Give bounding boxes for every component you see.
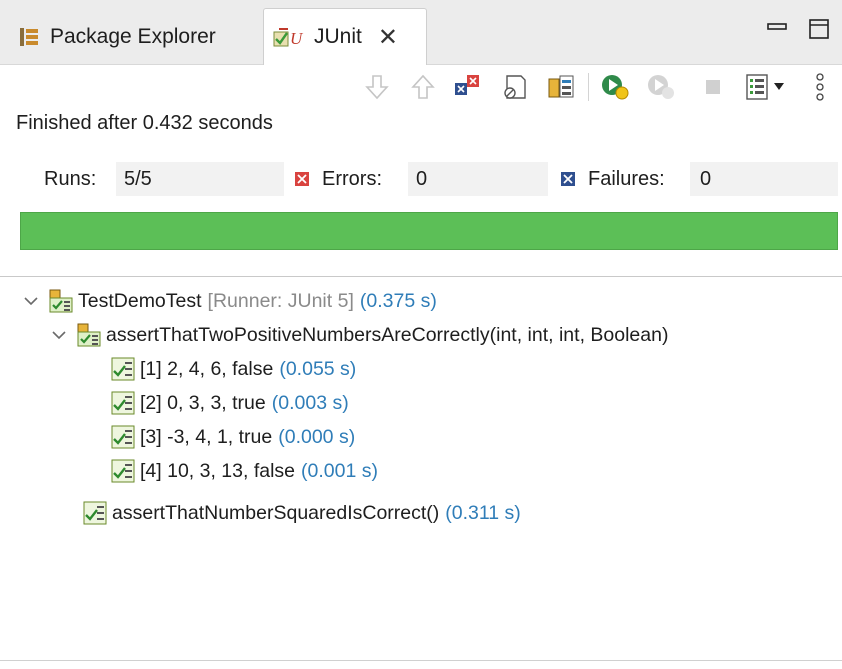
duration-label: (0.001 s) xyxy=(301,459,378,482)
junit-toolbar xyxy=(0,65,842,109)
package-explorer-icon xyxy=(20,28,38,46)
stop-icon[interactable] xyxy=(698,72,728,102)
test-counters: Runs: 5/5 Errors: 0 Failures: 0 xyxy=(0,160,842,198)
tree-item-case-1[interactable]: [1] 2, 4, 6, false (0.055 s) xyxy=(110,352,356,386)
rerun-failed-first-icon[interactable] xyxy=(646,72,676,102)
svg-text:U: U xyxy=(290,29,304,48)
minimize-icon[interactable] xyxy=(766,18,788,40)
junit-icon: U xyxy=(273,28,304,48)
rerun-icon[interactable] xyxy=(600,72,630,102)
test-suite-ok-icon xyxy=(49,289,73,313)
tree-item-case-3[interactable]: [3] -3, 4, 1, true (0.000 s) xyxy=(110,420,355,454)
runs-label: Runs: xyxy=(44,168,97,190)
tree-item-label: assertThatTwoPositiveNumbersAreCorrectly… xyxy=(106,323,669,346)
errors-field xyxy=(408,162,548,196)
scroll-lock-icon[interactable] xyxy=(500,72,530,102)
errors-label: Errors: xyxy=(322,168,382,190)
failures-label: Failures: xyxy=(588,168,665,190)
tree-item-label: [2] 0, 3, 3, true xyxy=(140,391,266,414)
error-icon xyxy=(295,172,309,186)
test-ok-icon xyxy=(111,425,135,449)
test-ok-icon xyxy=(111,459,135,483)
tab-junit[interactable]: U JUnit ✕ xyxy=(263,8,427,65)
tree-item-label: assertThatNumberSquaredIsCorrect() xyxy=(112,501,440,524)
tab-package-explorer[interactable]: Package Explorer xyxy=(18,10,216,64)
tab-label: JUnit xyxy=(314,25,362,48)
tree-item-positive-numbers[interactable]: assertThatTwoPositiveNumbersAreCorrectly… xyxy=(48,318,668,352)
divider xyxy=(0,276,842,277)
chevron-down-icon[interactable] xyxy=(20,296,42,306)
toolbar-separator xyxy=(588,73,589,101)
runs-value: 5/5 xyxy=(124,168,152,190)
test-progress-bar xyxy=(20,212,838,250)
tree-item-number-squared[interactable]: assertThatNumberSquaredIsCorrect() (0.31… xyxy=(82,496,521,530)
chevron-down-icon[interactable] xyxy=(48,330,70,340)
tree-item-case-4[interactable]: [4] 10, 3, 13, false (0.001 s) xyxy=(110,454,378,488)
run-status-text: Finished after 0.432 seconds xyxy=(16,112,273,134)
show-skipped-icon[interactable] xyxy=(546,72,576,102)
tree-item-label: [3] -3, 4, 1, true xyxy=(140,425,273,448)
duration-label: (0.003 s) xyxy=(271,391,349,414)
duration-label: (0.375 s) xyxy=(359,289,437,312)
next-failure-icon[interactable] xyxy=(362,72,392,102)
view-menu-icon[interactable] xyxy=(808,72,832,102)
close-icon[interactable]: ✕ xyxy=(378,23,398,52)
tree-item-label: TestDemoTest xyxy=(78,289,202,312)
tree-item-case-2[interactable]: [2] 0, 3, 3, true (0.003 s) xyxy=(110,386,349,420)
show-failures-only-icon[interactable] xyxy=(452,72,482,102)
duration-label: (0.311 s) xyxy=(445,501,521,524)
errors-value: 0 xyxy=(416,168,428,190)
divider xyxy=(0,660,842,661)
failures-value: 0 xyxy=(700,168,712,190)
failure-icon xyxy=(561,172,575,186)
test-ok-icon xyxy=(83,501,107,525)
test-ok-icon xyxy=(111,357,135,381)
history-icon[interactable] xyxy=(742,72,772,102)
test-suite-ok-icon xyxy=(77,323,101,347)
duration-label: (0.000 s) xyxy=(278,425,356,448)
tree-item-label: [4] 10, 3, 13, false xyxy=(140,459,296,482)
maximize-icon[interactable] xyxy=(808,18,830,40)
duration-label: (0.055 s) xyxy=(279,357,357,380)
previous-failure-icon[interactable] xyxy=(408,72,438,102)
test-ok-icon xyxy=(111,391,135,415)
runner-label: [Runner: JUnit 5] xyxy=(207,289,354,312)
failures-field xyxy=(690,162,838,196)
tree-item-testdemotest[interactable]: TestDemoTest [Runner: JUnit 5] (0.375 s) xyxy=(20,284,437,318)
history-dropdown-icon[interactable] xyxy=(770,72,788,102)
view-tab-bar: Package Explorer U JUnit ✕ xyxy=(0,0,842,65)
tree-item-label: [1] 2, 4, 6, false xyxy=(140,357,274,380)
tab-label: Package Explorer xyxy=(50,25,216,48)
